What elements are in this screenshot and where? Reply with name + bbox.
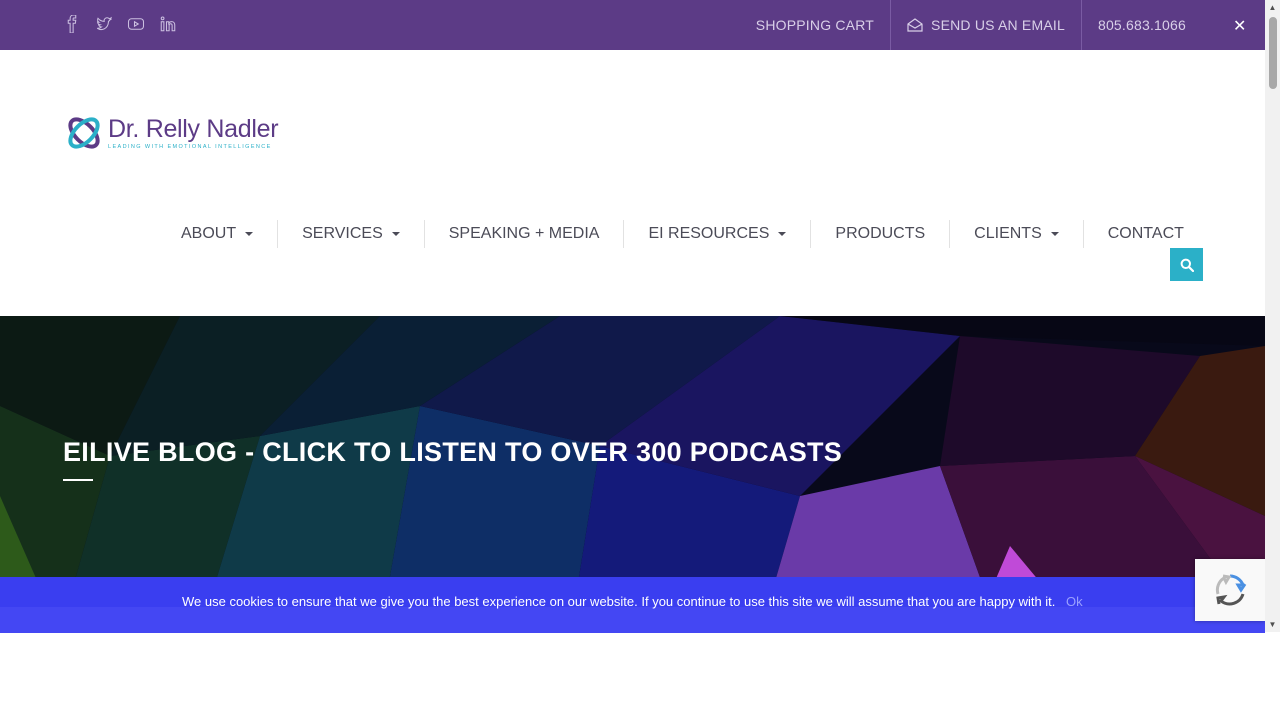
social-links (62, 14, 178, 34)
phone-link[interactable]: 805.683.1066 (1080, 0, 1202, 50)
caret-down-icon (1050, 232, 1059, 236)
nav-item-clients[interactable]: CLIENTS (949, 220, 1083, 248)
cookie-notice-band (0, 607, 1265, 633)
scroll-down-arrow-icon[interactable]: ▼ (1265, 617, 1280, 632)
recaptcha-badge[interactable] (1195, 559, 1265, 621)
phone-number: 805.683.1066 (1097, 17, 1186, 33)
nav-item-ei-resources[interactable]: EI RESOURCES (623, 220, 810, 248)
cookie-message: We use cookies to ensure that we give yo… (182, 594, 1056, 609)
cookie-ok-button[interactable]: Ok (1066, 594, 1083, 609)
scroll-up-arrow-icon[interactable]: ▲ (1265, 0, 1280, 15)
linkedin-icon[interactable] (158, 14, 178, 34)
logo-mark-icon (68, 117, 100, 149)
page: SHOPPING CART SEND US AN EMAIL 805.683.1… (0, 0, 1280, 720)
top-links: SHOPPING CART SEND US AN EMAIL 805.683.1… (740, 0, 1202, 50)
cookie-notice: We use cookies to ensure that we give yo… (0, 577, 1265, 633)
nav-item-label: SERVICES (302, 225, 383, 242)
nav-item-services[interactable]: SERVICES (277, 220, 424, 248)
nav-item-label: EI RESOURCES (648, 225, 770, 242)
caret-down-icon (778, 232, 787, 236)
main-nav: ABOUT SERVICES SPEAKING + MEDIA EI RESOU… (157, 220, 1208, 248)
scrollbar-thumb[interactable] (1269, 17, 1277, 89)
facebook-icon[interactable] (62, 14, 82, 34)
nav-item-about[interactable]: ABOUT (157, 220, 277, 248)
logo-text: Dr. Relly Nadler LEADING WITH EMOTIONAL … (108, 115, 279, 150)
nav-item-label: CONTACT (1107, 225, 1184, 242)
send-email-label: SEND US AN EMAIL (931, 17, 1065, 33)
top-bar: SHOPPING CART SEND US AN EMAIL 805.683.1… (0, 0, 1265, 50)
youtube-icon[interactable] (126, 14, 146, 34)
send-email-link[interactable]: SEND US AN EMAIL (890, 0, 1081, 50)
caret-down-icon (245, 232, 254, 236)
logo-tagline: LEADING WITH EMOTIONAL INTELLIGENCE (108, 144, 272, 150)
nav-item-contact[interactable]: CONTACT (1082, 220, 1208, 248)
nav-item-label: PRODUCTS (835, 225, 926, 242)
twitter-icon[interactable] (94, 14, 114, 34)
nav-item-label: ABOUT (181, 225, 237, 242)
envelope-icon (907, 18, 923, 32)
cookie-close-icon[interactable]: ✕ (1233, 19, 1246, 35)
logo-name: Dr. Relly Nadler (108, 115, 279, 143)
nav-item-speaking-media[interactable]: SPEAKING + MEDIA (423, 220, 624, 248)
site-logo[interactable]: Dr. Relly Nadler LEADING WITH EMOTIONAL … (64, 110, 294, 156)
nav-item-label: CLIENTS (974, 225, 1042, 242)
hero-title[interactable]: EILIVE BLOG - CLICK TO LISTEN TO OVER 30… (63, 437, 842, 468)
recaptcha-icon (1215, 574, 1247, 606)
shopping-cart-link[interactable]: SHOPPING CART (740, 0, 890, 50)
page-scrollbar[interactable]: ▲ ▼ (1265, 0, 1280, 632)
nav-item-label: SPEAKING + MEDIA (448, 225, 600, 242)
title-underline (63, 479, 93, 481)
caret-down-icon (391, 232, 400, 236)
search-icon (1180, 258, 1194, 272)
shopping-cart-label: SHOPPING CART (755, 17, 875, 33)
nav-item-products[interactable]: PRODUCTS (810, 220, 949, 248)
search-button[interactable] (1170, 248, 1203, 281)
